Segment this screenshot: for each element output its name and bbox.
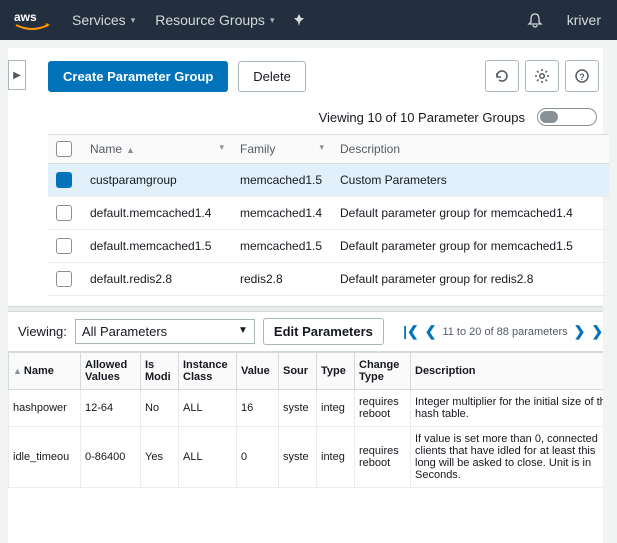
table-row[interactable]: default.memcached1.5memcached1.5Default … <box>48 230 609 263</box>
viewing-label: Viewing: <box>18 324 67 339</box>
create-parameter-group-button[interactable]: Create Parameter Group <box>48 61 228 92</box>
col-name[interactable]: Name <box>90 142 122 156</box>
pcol-value[interactable]: Value <box>237 353 279 390</box>
cell-type: integ <box>317 390 355 427</box>
help-icon: ? <box>574 68 590 84</box>
table-row[interactable]: custparamgroupmemcached1.5Custom Paramet… <box>48 164 609 197</box>
cell-family: memcached1.5 <box>232 230 332 263</box>
help-button[interactable]: ? <box>565 60 599 92</box>
row-checkbox[interactable] <box>56 205 72 221</box>
cell-name: custparamgroup <box>82 164 232 197</box>
view-toggle[interactable] <box>537 108 597 126</box>
cell-description: Default parameter group for redis2.8 <box>332 263 609 296</box>
table-row[interactable]: default.redis2.8redis2.8Default paramete… <box>48 263 609 296</box>
cell-description: If value is set more than 0, connected c… <box>411 427 617 488</box>
table-row[interactable]: default.redis3.2redis3.2Default paramete… <box>48 296 609 305</box>
cell-name: default.memcached1.4 <box>82 197 232 230</box>
col-description[interactable]: Description <box>340 142 400 156</box>
col-family[interactable]: Family <box>240 142 275 156</box>
nav-services[interactable]: Services ▾ <box>72 12 135 28</box>
sidebar-expand-handle[interactable]: ▶ <box>8 60 26 90</box>
pcol-ismod[interactable]: Is Modi <box>141 353 179 390</box>
pcol-instance-class[interactable]: Instance Class <box>179 353 237 390</box>
cell-value: 16 <box>237 390 279 427</box>
cell-change-type: requires reboot <box>355 427 411 488</box>
pcol-type[interactable]: Type <box>317 353 355 390</box>
pcol-change-type[interactable]: Change Type <box>355 353 411 390</box>
nav-user[interactable]: kriver <box>567 12 601 28</box>
cell-name: hashpower <box>9 390 81 427</box>
gear-icon <box>534 68 550 84</box>
parameter-groups-table: Name ▲ ▾ Family ▾ Description custparamgrou… <box>48 135 609 304</box>
table-row[interactable]: hashpower12-64NoALL16systeintegrequires … <box>9 390 617 427</box>
pager-text: 11 to 20 of 88 parameters <box>442 326 567 338</box>
viewing-summary: Viewing 10 of 10 Parameter Groups <box>319 110 525 125</box>
cell-family: redis3.2 <box>232 296 332 305</box>
svg-text:aws: aws <box>14 10 37 24</box>
caret-down-icon: ▾ <box>131 15 136 26</box>
pager-next[interactable]: ❯ <box>574 323 586 340</box>
delete-button[interactable]: Delete <box>238 61 306 92</box>
svg-text:?: ? <box>579 72 585 82</box>
row-checkbox[interactable] <box>56 172 72 188</box>
col-menu-icon[interactable]: ▾ <box>219 142 224 153</box>
cell-family: memcached1.4 <box>232 197 332 230</box>
pager-prev[interactable]: ❮ <box>425 323 437 340</box>
select-all-checkbox[interactable] <box>56 141 72 157</box>
cell-description: Default parameter group for memcached1.4 <box>332 197 609 230</box>
refresh-icon <box>494 68 510 84</box>
pcol-source[interactable]: Sour <box>279 353 317 390</box>
cell-family: memcached1.5 <box>232 164 332 197</box>
cell-description: Integer multiplier for the initial size … <box>411 390 617 427</box>
cell-name: default.memcached1.5 <box>82 230 232 263</box>
filter-select[interactable]: All Parameters <box>75 319 255 344</box>
pcol-allowed[interactable]: Allowed Values <box>81 353 141 390</box>
refresh-button[interactable] <box>485 60 519 92</box>
pcol-description[interactable]: Description <box>411 353 617 390</box>
sort-asc-icon: ▲ <box>126 145 135 155</box>
row-checkbox[interactable] <box>56 238 72 254</box>
cell-instance-class: ALL <box>179 390 237 427</box>
aws-logo[interactable]: aws <box>14 9 50 31</box>
cell-description: Default parameter group for memcached1.5 <box>332 230 609 263</box>
parameters-table: ▲Name Allowed Values Is Modi Instance Cl… <box>8 352 617 488</box>
sort-icon[interactable]: ▲ <box>13 366 22 376</box>
cell-change-type: requires reboot <box>355 390 411 427</box>
cell-name: idle_timeou <box>9 427 81 488</box>
cell-allowed: 0-86400 <box>81 427 141 488</box>
table-row[interactable]: default.memcached1.4memcached1.4Default … <box>48 197 609 230</box>
cell-description: Default parameter group for redis3.2 <box>332 296 609 305</box>
table-row[interactable]: idle_timeou0-86400YesALL0systeintegrequi… <box>9 427 617 488</box>
cell-ismod: Yes <box>141 427 179 488</box>
cell-name: default.redis3.2 <box>82 296 232 305</box>
pin-icon[interactable] <box>292 13 306 27</box>
cell-type: integ <box>317 427 355 488</box>
cell-allowed: 12-64 <box>81 390 141 427</box>
caret-down-icon: ▾ <box>270 15 275 26</box>
cell-description: Custom Parameters <box>332 164 609 197</box>
row-checkbox[interactable] <box>56 271 72 287</box>
cell-source: syste <box>279 427 317 488</box>
nav-resource-groups-label: Resource Groups <box>155 12 265 28</box>
nav-services-label: Services <box>72 12 126 28</box>
cell-instance-class: ALL <box>179 427 237 488</box>
col-menu-icon[interactable]: ▾ <box>319 142 324 153</box>
cell-source: syste <box>279 390 317 427</box>
nav-user-label: kriver <box>567 12 601 28</box>
cell-value: 0 <box>237 427 279 488</box>
pcol-name[interactable]: Name <box>24 365 54 377</box>
cell-ismod: No <box>141 390 179 427</box>
settings-button[interactable] <box>525 60 559 92</box>
edit-parameters-button[interactable]: Edit Parameters <box>263 318 384 345</box>
cell-family: redis2.8 <box>232 263 332 296</box>
cell-name: default.redis2.8 <box>82 263 232 296</box>
nav-resource-groups[interactable]: Resource Groups ▾ <box>155 12 274 28</box>
pager-first[interactable]: |❮ <box>403 323 419 340</box>
bell-icon[interactable] <box>527 12 543 28</box>
